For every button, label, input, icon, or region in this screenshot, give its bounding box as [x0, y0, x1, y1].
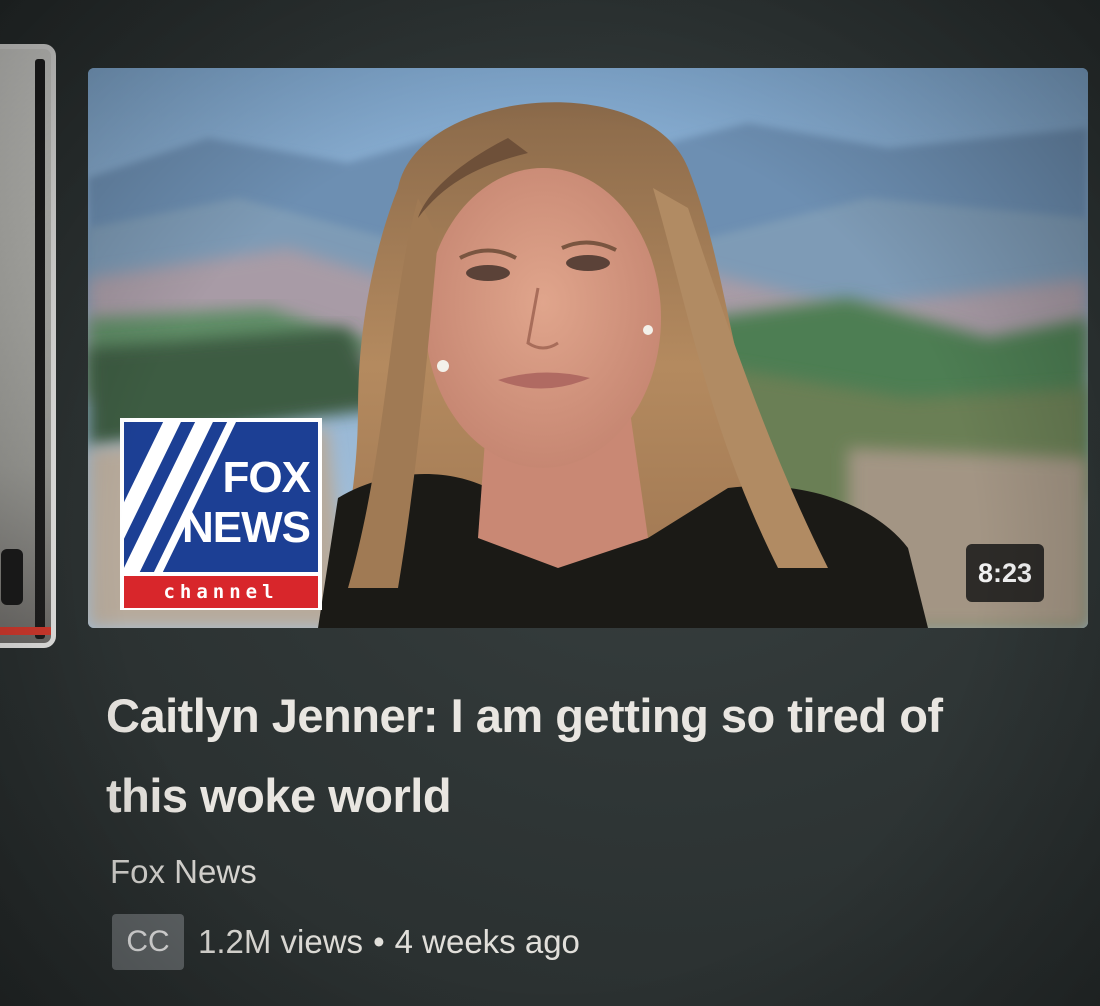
- logo-word-fox: FOX: [222, 453, 311, 502]
- logo-tagline: channel: [124, 576, 318, 608]
- previous-video-duration-chip: [1, 549, 23, 605]
- news-network-logo-panel: FOX NEWS: [124, 422, 318, 572]
- channel-name-link[interactable]: Fox News: [110, 850, 257, 894]
- video-title[interactable]: Caitlyn Jenner: I am getting so tired of…: [106, 676, 1006, 836]
- previous-video-card[interactable]: [0, 44, 56, 648]
- view-count: 1.2M views: [198, 923, 364, 960]
- publish-date: 4 weeks ago: [394, 923, 580, 960]
- video-metadata-row: CC 1.2M views • 4 weeks ago: [112, 912, 580, 972]
- metadata-separator: •: [373, 923, 385, 960]
- previous-video-thumbnail-edge: [35, 59, 45, 639]
- watch-progress-bar: [0, 627, 51, 635]
- logo-word-news: NEWS: [182, 503, 311, 552]
- news-network-logo: FOX NEWS channel: [120, 418, 322, 610]
- video-duration-badge: 8:23: [965, 544, 1044, 602]
- video-thumbnail[interactable]: FOX NEWS channel 8:23: [88, 68, 1088, 628]
- closed-captions-badge: CC: [112, 914, 184, 970]
